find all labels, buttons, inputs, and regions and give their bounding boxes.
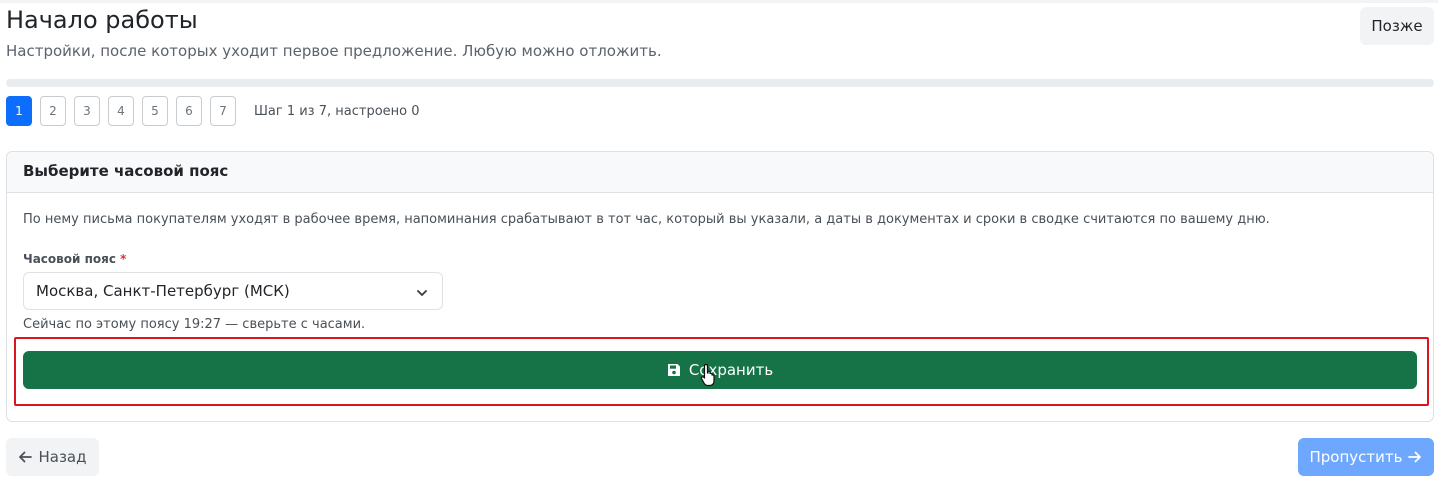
skip-button[interactable]: Пропустить	[1298, 438, 1434, 476]
step-6-button[interactable]: 6	[176, 96, 202, 126]
timezone-card: Выберите часовой пояс По нему письма пок…	[6, 151, 1434, 422]
page-subtitle: Настройки, после которых уходит первое п…	[6, 42, 662, 60]
step-3-button[interactable]: 3	[74, 96, 100, 126]
timezone-select[interactable]: Москва, Санкт-Петербург (МСК)	[23, 272, 443, 310]
save-button[interactable]: Сохранить	[23, 351, 1417, 389]
hand-pointer-icon	[700, 363, 718, 391]
timezone-label: Часовой пояс *	[23, 252, 126, 266]
arrow-right-icon	[1408, 450, 1422, 464]
step-7-button[interactable]: 7	[210, 96, 236, 126]
arrow-left-icon	[18, 450, 33, 464]
back-button-label: Назад	[38, 448, 87, 466]
step-5-button[interactable]: 5	[142, 96, 168, 126]
top-border	[0, 0, 1438, 3]
floppy-disk-icon	[667, 363, 681, 377]
timezone-hint: Сейчас по этому поясу 19:27 — сверьте с …	[23, 317, 366, 332]
step-2-button[interactable]: 2	[40, 96, 66, 126]
later-button[interactable]: Позже	[1360, 7, 1434, 45]
back-button[interactable]: Назад	[6, 438, 99, 476]
timezone-label-text: Часовой пояс	[23, 252, 116, 266]
progress-bar	[6, 79, 1434, 87]
step-navigator: 1 2 3 4 5 6 7 Шаг 1 из 7, настроено 0	[6, 96, 420, 126]
skip-button-label: Пропустить	[1309, 448, 1403, 466]
step-4-button[interactable]: 4	[108, 96, 134, 126]
timezone-selected-value: Москва, Санкт-Петербург (МСК)	[36, 282, 290, 300]
step-status: Шаг 1 из 7, настроено 0	[254, 103, 420, 119]
chevron-down-icon	[416, 285, 428, 303]
page-title: Начало работы	[6, 6, 198, 34]
card-title: Выберите часовой пояс	[7, 152, 1433, 193]
required-mark: *	[120, 252, 127, 266]
card-description: По нему письма покупателям уходят в рабо…	[23, 212, 1270, 227]
step-1-button[interactable]: 1	[6, 96, 32, 126]
